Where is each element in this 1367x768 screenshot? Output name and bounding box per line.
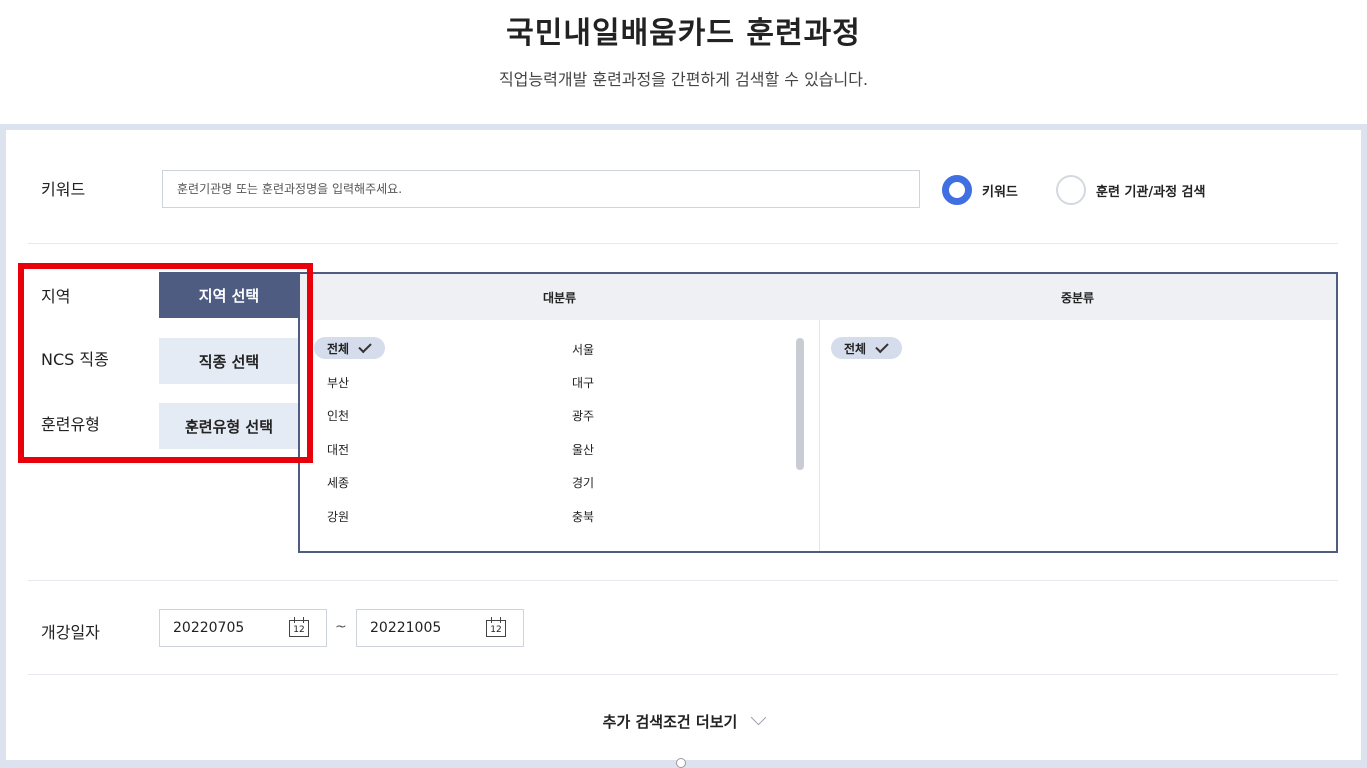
radio-institution-course-label: 훈련 기관/과정 검색 xyxy=(1096,184,1206,200)
region-item-label: 전체 xyxy=(327,341,350,356)
column-divider xyxy=(819,320,820,551)
divider xyxy=(28,580,1338,581)
start-date-value: 20220705 xyxy=(173,620,245,636)
calendar-icon[interactable]: 12 xyxy=(486,617,506,637)
end-date-field[interactable]: 20221005 12 xyxy=(356,609,524,647)
radio-unchecked-icon[interactable] xyxy=(1056,175,1086,205)
minor-item-label: 전체 xyxy=(844,341,867,356)
end-date-value: 20221005 xyxy=(370,620,442,636)
region-item-gwangju[interactable]: 광주 xyxy=(572,407,594,424)
check-icon xyxy=(358,339,372,353)
calendar-icon[interactable]: 12 xyxy=(289,617,309,637)
scroll-indicator-icon[interactable] xyxy=(676,758,686,768)
region-item-daejeon[interactable]: 대전 xyxy=(327,441,349,458)
category-panel: 대분류 중분류 전체 서울 부산 대구 인천 광주 대전 울산 세종 경기 강원… xyxy=(298,272,1338,553)
more-search-options-label: 추가 검색조건 더보기 xyxy=(602,713,738,731)
region-item-ulsan[interactable]: 울산 xyxy=(572,441,594,458)
keyword-label: 키워드 xyxy=(41,180,86,199)
region-item-all[interactable]: 전체 xyxy=(314,337,386,359)
radio-checked-icon[interactable] xyxy=(942,175,972,205)
region-item-gangwon[interactable]: 강원 xyxy=(327,508,349,525)
region-item-sejong[interactable]: 세종 xyxy=(327,474,349,491)
region-list-scrollbar[interactable] xyxy=(796,338,804,470)
highlight-annotation-box xyxy=(18,263,313,463)
radio-institution-course[interactable]: 훈련 기관/과정 검색 xyxy=(1056,175,1205,205)
minor-item-all[interactable]: 전체 xyxy=(831,337,903,359)
region-item-chungbuk[interactable]: 충북 xyxy=(572,508,594,525)
region-item-incheon[interactable]: 인천 xyxy=(327,407,349,424)
start-date-label: 개강일자 xyxy=(41,623,100,642)
more-search-options-toggle[interactable]: 추가 검색조건 더보기 xyxy=(0,709,1367,732)
keyword-search-input[interactable] xyxy=(162,170,920,208)
major-category-header: 대분류 xyxy=(300,274,819,320)
region-item-gyeonggi[interactable]: 경기 xyxy=(572,474,594,491)
page-title: 국민내일배움카드 훈련과정 xyxy=(506,16,861,51)
date-range-separator: ~ xyxy=(335,619,347,635)
region-item-seoul[interactable]: 서울 xyxy=(572,341,594,358)
page-subtitle: 직업능력개발 훈련과정을 간편하게 검색할 수 있습니다. xyxy=(498,70,869,89)
radio-keyword[interactable]: 키워드 xyxy=(942,175,1018,205)
minor-category-header: 중분류 xyxy=(819,274,1336,320)
radio-keyword-label: 키워드 xyxy=(982,184,1018,200)
start-date-field[interactable]: 20220705 12 xyxy=(159,609,327,647)
check-icon xyxy=(875,339,889,353)
region-item-busan[interactable]: 부산 xyxy=(327,374,349,391)
region-item-daegu[interactable]: 대구 xyxy=(572,374,594,391)
divider xyxy=(28,674,1338,675)
chevron-down-icon xyxy=(751,709,767,726)
divider xyxy=(28,243,1338,244)
